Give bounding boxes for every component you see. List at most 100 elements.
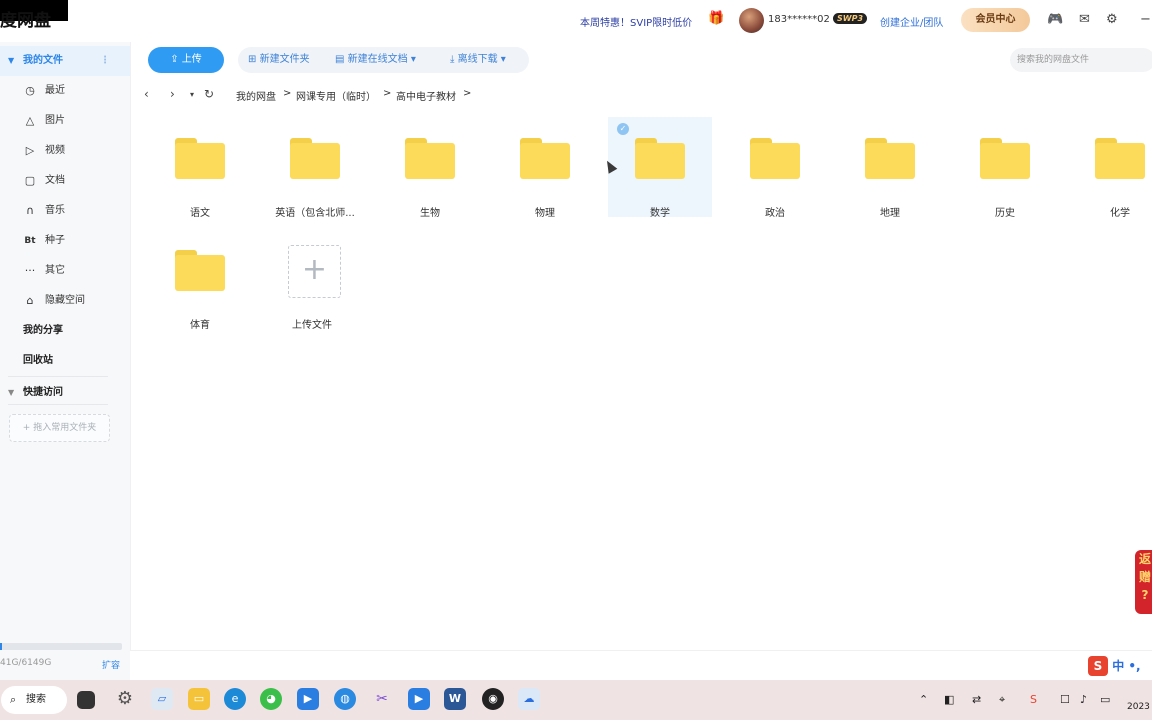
gift-icon[interactable]: 🎁 (708, 11, 724, 26)
sidebar-item-label: 回收站 (23, 355, 53, 366)
tray-wifi-icon[interactable]: ☐ (1060, 693, 1070, 706)
minimize-icon[interactable]: − (1140, 12, 1151, 27)
search-input[interactable] (1010, 48, 1152, 72)
svip-badge[interactable]: SWP3 (833, 13, 868, 24)
history-dropdown-icon[interactable]: ▾ (190, 90, 194, 99)
check-icon[interactable]: ✓ (617, 123, 629, 135)
tray-input-icon[interactable]: ⌖ (999, 693, 1005, 707)
battery-icon[interactable]: ▭ (1100, 693, 1110, 706)
back-icon[interactable]: ‹ (144, 87, 149, 101)
offline-download-button[interactable]: ⤓ 离线下载 ▾ (450, 47, 506, 73)
sidebar-item-images[interactable]: △ 图片 (0, 106, 130, 136)
download-icon: ⤓ (450, 54, 455, 65)
new-online-doc-button[interactable]: ▤ 新建在线文档 ▾ (335, 47, 416, 73)
tray-app-icon[interactable]: ◧ (944, 693, 954, 706)
mail-icon[interactable]: ✉ (1079, 12, 1090, 27)
tray-sogou-icon[interactable]: S (1030, 693, 1037, 706)
folder-name: 地理 (880, 208, 900, 219)
folder-icon (175, 250, 225, 291)
folder-name: 化学 (1110, 208, 1130, 219)
sidebar-item-hidden-space[interactable]: ⌂ 隐藏空间 (0, 286, 130, 316)
expand-storage-link[interactable]: 扩容 (102, 658, 120, 671)
sidebar-item-torrents[interactable]: Bt 种子 (0, 226, 130, 256)
sidebar-item-documents[interactable]: ▢ 文档 (0, 166, 130, 196)
username[interactable]: 183******02 (768, 14, 830, 25)
folder-item[interactable]: 语文 (148, 117, 252, 219)
folder-item[interactable]: 生物 (378, 117, 482, 219)
folder-icon (290, 138, 340, 179)
breadcrumb-item[interactable]: 网课专用（临时） (296, 88, 376, 103)
more-vertical-icon[interactable]: ⋮ (100, 46, 110, 76)
title-bar: 度网盘 本周特惠！SVIP限时低价 🎁 183******02 SWP3 创建企… (0, 0, 1152, 42)
refresh-icon[interactable]: ↻ (204, 87, 214, 101)
avatar[interactable] (739, 8, 764, 33)
file-explorer-icon[interactable]: ▭ (188, 688, 210, 710)
upload-file-tile[interactable]: + 上传文件 (260, 245, 364, 345)
task-view-icon[interactable] (77, 691, 95, 709)
settings-app-icon[interactable]: ⚙ (114, 688, 136, 710)
taskbar-clock[interactable]: 2023 (1127, 702, 1150, 712)
promo-link[interactable]: 本周特惠！SVIP限时低价 (580, 14, 692, 29)
breadcrumb-separator: > (283, 88, 292, 99)
divider (8, 404, 108, 405)
sidebar-item-label: 种子 (45, 235, 65, 246)
globe-app-icon[interactable]: ◍ (334, 688, 356, 710)
taskbar-search[interactable]: ⌕ 搜索 (1, 686, 67, 714)
ime-toolbar[interactable]: S 中 •, (1088, 656, 1141, 676)
wechat-icon[interactable]: ◕ (260, 688, 282, 710)
folder-name: 体育 (190, 320, 210, 331)
new-folder-button[interactable]: ⊞ 新建文件夹 (248, 47, 310, 73)
vip-center-button[interactable]: 会员中心 (961, 8, 1030, 32)
create-enterprise-link[interactable]: 创建企业/团队 (880, 14, 943, 29)
clock-icon: ◷ (25, 84, 35, 97)
ime-language[interactable]: 中 (1112, 659, 1124, 673)
word-app-icon[interactable]: W (444, 688, 466, 710)
storage-bar (0, 643, 122, 650)
video-icon: ▷ (25, 144, 35, 157)
folder-item[interactable]: 体育 (148, 229, 252, 331)
sidebar-recycle-bin[interactable]: 回收站 (0, 346, 130, 376)
folder-name: 物理 (535, 208, 555, 219)
sidebar-item-label: 隐藏空间 (45, 295, 85, 306)
edge-browser-icon[interactable]: e (224, 688, 246, 710)
forward-icon[interactable]: › (170, 87, 175, 101)
ad-char: 返 (1138, 552, 1151, 566)
volume-icon[interactable]: ♪ (1080, 693, 1087, 706)
folder-item[interactable]: 政治 (723, 117, 827, 219)
baidu-netdisk-icon[interactable]: ☁ (518, 688, 540, 710)
sidebar-item-label: 音乐 (45, 205, 65, 216)
sidebar-my-files[interactable]: ▼ 我的文件 ⋮ (0, 46, 130, 76)
upload-tile-box[interactable]: + (288, 245, 341, 298)
settings-icon[interactable]: ⚙ (1106, 12, 1118, 27)
chevron-up-icon[interactable]: ⌃ (919, 693, 928, 706)
search-icon: ⌕ (10, 693, 17, 706)
app-icon[interactable]: ▶ (408, 688, 430, 710)
sidebar-my-share[interactable]: 我的分享 (0, 316, 130, 346)
ime-punctuation[interactable]: •, (1128, 659, 1140, 673)
folder-item[interactable]: 地理 (838, 117, 942, 219)
tray-sync-icon[interactable]: ⇄ (972, 693, 981, 706)
obs-app-icon[interactable]: ◉ (482, 688, 504, 710)
upload-button[interactable]: ⇪ 上传 (148, 47, 224, 73)
headphones-icon: ∩ (25, 204, 35, 217)
folder-item[interactable]: 英语（包含北师... (263, 117, 367, 219)
folder-item[interactable]: 物理 (493, 117, 597, 219)
document-icon: ▤ (335, 54, 345, 65)
sidebar-item-music[interactable]: ∩ 音乐 (0, 196, 130, 226)
snipping-tool-icon[interactable]: ✂ (371, 688, 393, 710)
breadcrumb-item[interactable]: 高中电子教材 (396, 88, 456, 103)
pin-folder-dropzone[interactable]: + 拖入常用文件夹 (9, 414, 110, 442)
folder-item-selected[interactable]: ✓ 数学 (608, 117, 712, 219)
folder-item[interactable]: 化学 (1068, 117, 1152, 219)
sidebar-item-videos[interactable]: ▷ 视频 (0, 136, 130, 166)
floating-ad[interactable]: 返 赠 ? (1135, 550, 1152, 614)
app-icon[interactable]: ▶ (297, 688, 319, 710)
sidebar-item-other[interactable]: ··· 其它 (0, 256, 130, 286)
new-online-doc-label: 新建在线文档 (347, 54, 408, 65)
breadcrumb: ‹ › ▾ ↻ 我的网盘 > 网课专用（临时） > 高中电子教材 > (130, 82, 1130, 108)
photos-app-icon[interactable]: ▱ (151, 688, 173, 710)
folder-item[interactable]: 历史 (953, 117, 1057, 219)
breadcrumb-item[interactable]: 我的网盘 (236, 88, 276, 103)
sidebar-item-recent[interactable]: ◷ 最近 (0, 76, 130, 106)
game-icon[interactable]: 🎮 (1047, 12, 1063, 27)
